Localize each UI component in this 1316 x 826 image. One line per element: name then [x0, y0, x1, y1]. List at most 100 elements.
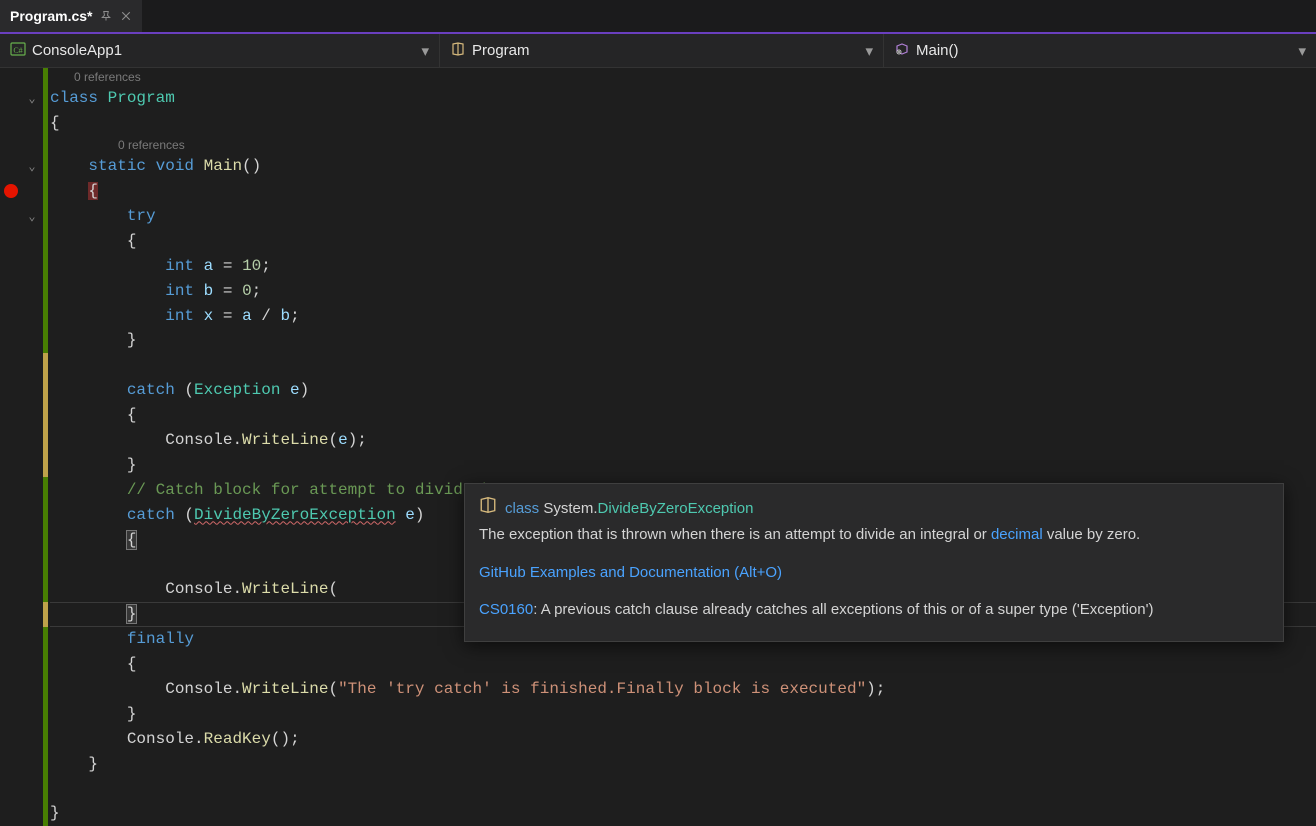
- nav-class-dropdown[interactable]: Program ▾: [440, 34, 884, 67]
- nav-project-dropdown[interactable]: C# ConsoleApp1 ▾: [0, 34, 440, 67]
- token-keyword: class: [50, 89, 98, 107]
- svg-text:C#: C#: [13, 46, 22, 55]
- github-examples-link[interactable]: GitHub Examples and Documentation (Alt+O…: [479, 564, 782, 581]
- token-keyword: int: [165, 282, 194, 300]
- token: .: [194, 730, 204, 748]
- nav-project-label: ConsoleApp1: [32, 42, 122, 59]
- fold-icon[interactable]: ⌄: [28, 209, 35, 224]
- token-brace: {: [127, 531, 137, 549]
- code-row: [0, 353, 1316, 378]
- token-brace: {: [127, 406, 137, 424]
- token-keyword: int: [165, 257, 194, 275]
- token-keyword: catch: [127, 381, 175, 399]
- token-number: 10: [242, 257, 261, 275]
- token: ): [415, 506, 425, 524]
- fold-icon[interactable]: ⌄: [28, 159, 35, 174]
- token: ();: [271, 730, 300, 748]
- token-keyword: finally: [127, 630, 194, 648]
- token-string: "The 'try catch' is finished.Finally blo…: [338, 680, 866, 698]
- token-brace: {: [88, 182, 98, 200]
- breakpoint-icon[interactable]: [4, 184, 18, 198]
- token-type: Exception: [194, 381, 280, 399]
- file-tab-label: Program.cs*: [10, 8, 92, 24]
- class-icon: [479, 496, 497, 521]
- token: /: [252, 307, 281, 325]
- token-type: Program: [108, 89, 175, 107]
- code-row: Console.WriteLine("The 'try catch' is fi…: [0, 676, 1316, 701]
- token: (: [175, 506, 194, 524]
- token: Console: [165, 580, 232, 598]
- code-row: [0, 776, 1316, 801]
- tooltip-namespace: System.: [543, 500, 597, 517]
- tooltip-desc: The exception that is thrown when there …: [479, 526, 991, 543]
- token: .: [232, 580, 242, 598]
- close-icon[interactable]: [120, 10, 132, 22]
- nav-member-dropdown[interactable]: Main() ▾: [884, 34, 1316, 67]
- token-brace: }: [127, 456, 137, 474]
- token: Console: [165, 680, 232, 698]
- token-var: e: [338, 431, 348, 449]
- code-row: 0 references: [0, 68, 1316, 86]
- method-icon: [894, 41, 910, 61]
- code-row: ⌄ class Program: [0, 86, 1316, 111]
- chevron-down-icon: ▾: [1298, 42, 1306, 60]
- token-method: ReadKey: [204, 730, 271, 748]
- chevron-down-icon: ▾: [865, 42, 873, 60]
- token-var: b: [204, 282, 214, 300]
- token-method: WriteLine: [242, 580, 328, 598]
- code-row: }: [0, 801, 1316, 826]
- codelens[interactable]: 0 references: [50, 68, 141, 86]
- token-keyword: void: [156, 157, 194, 175]
- token-keyword: int: [165, 307, 194, 325]
- code-row: {: [0, 652, 1316, 677]
- intellisense-tooltip: class System.DivideByZeroException The e…: [464, 483, 1284, 642]
- fold-icon[interactable]: ⌄: [28, 91, 35, 106]
- token: (: [328, 680, 338, 698]
- token: =: [213, 282, 242, 300]
- token-method: WriteLine: [242, 680, 328, 698]
- token-method: WriteLine: [242, 431, 328, 449]
- token-var: e: [280, 381, 299, 399]
- token-brace: }: [50, 804, 60, 822]
- code-row: ⌄ static void Main(): [0, 154, 1316, 179]
- code-row: {: [0, 179, 1316, 204]
- code-row: catch (Exception e): [0, 378, 1316, 403]
- token: );: [866, 680, 885, 698]
- code-row: Console.WriteLine(e);: [0, 428, 1316, 453]
- token: .: [232, 680, 242, 698]
- token: (: [175, 381, 194, 399]
- token: ): [300, 381, 310, 399]
- token-keyword: try: [127, 207, 156, 225]
- token-number: 0: [242, 282, 252, 300]
- token: ;: [261, 257, 271, 275]
- token: ;: [290, 307, 300, 325]
- nav-bar: C# ConsoleApp1 ▾ Program ▾ Main() ▾: [0, 34, 1316, 68]
- code-row: }: [0, 452, 1316, 477]
- tooltip-desc-post: value by zero.: [1043, 526, 1141, 543]
- file-tab[interactable]: Program.cs*: [0, 0, 142, 32]
- token-var: a: [242, 307, 252, 325]
- token-keyword: catch: [127, 506, 175, 524]
- diagnostic-message: : A previous catch clause already catche…: [533, 601, 1153, 618]
- code-row: {: [0, 228, 1316, 253]
- pin-icon[interactable]: [100, 10, 112, 22]
- code-row: }: [0, 328, 1316, 353]
- tooltip-desc-link[interactable]: decimal: [991, 526, 1043, 543]
- code-editor[interactable]: 0 references ⌄ class Program { 0 referen…: [0, 68, 1316, 826]
- token: (: [328, 580, 338, 598]
- token: ;: [252, 282, 262, 300]
- token: );: [348, 431, 367, 449]
- token: (): [242, 157, 261, 175]
- token: Console: [165, 431, 232, 449]
- code-row: int a = 10;: [0, 253, 1316, 278]
- token: (: [328, 431, 338, 449]
- codelens[interactable]: 0 references: [50, 136, 185, 154]
- diagnostic-code-link[interactable]: CS0160: [479, 601, 533, 618]
- class-icon: [450, 41, 466, 61]
- token-brace: }: [127, 331, 137, 349]
- token-var: a: [204, 257, 214, 275]
- token-brace: }: [88, 755, 98, 773]
- code-row: Console.ReadKey();: [0, 726, 1316, 751]
- code-row: {: [0, 111, 1316, 136]
- tab-bar: Program.cs*: [0, 0, 1316, 34]
